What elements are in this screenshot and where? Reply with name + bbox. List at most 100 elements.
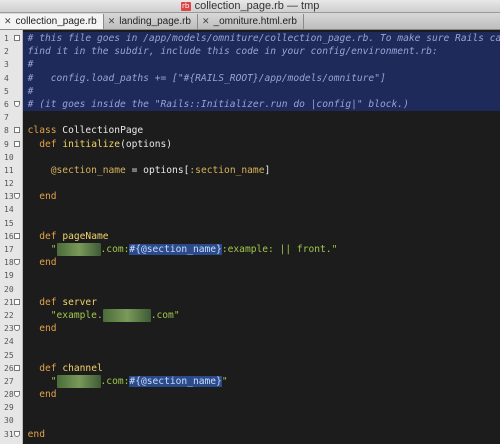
line-number: 26 [0, 362, 22, 375]
code-line: def channel [23, 362, 500, 375]
window-title: collection_page.rb — tmp [194, 0, 320, 12]
line-number: 31 [0, 428, 22, 441]
code-line: # (it goes inside the "Rails::Initialize… [22, 97, 500, 112]
code-text: # config.load_paths += ["#{RAILS_ROOT}/a… [27, 72, 386, 84]
code-line: def initialize(options) [23, 138, 500, 151]
line-number: 11 [4, 165, 14, 175]
keyword: end [39, 323, 57, 335]
fold-marker-icon[interactable] [13, 100, 20, 107]
line-number: 20 [4, 284, 14, 294]
keyword: end [39, 389, 57, 401]
string-interpolation: #{@section_name} [129, 375, 222, 387]
line-number: 27 [4, 376, 14, 386]
window-titlebar: rb collection_page.rb — tmp [0, 0, 500, 13]
code-line: end [23, 388, 500, 401]
close-icon[interactable]: ✕ [202, 16, 210, 27]
line-number: 16 [0, 230, 22, 243]
code-line: # this file goes in /app/models/omniture… [22, 32, 500, 46]
tab-bar: ✕ collection_page.rb ✕ landing_page.rb ✕… [0, 13, 500, 30]
keyword: end [39, 191, 57, 203]
keyword: class [27, 125, 57, 137]
fold-marker-icon[interactable] [13, 391, 20, 398]
line-number: 15 [4, 218, 14, 228]
fold-marker-icon[interactable] [13, 140, 20, 147]
code-text: = options[ [125, 164, 190, 176]
line-number: 9 [0, 138, 22, 151]
code-line: end [23, 256, 500, 269]
method-name: pageName [62, 230, 109, 242]
line-number: 17 [4, 245, 14, 254]
fold-marker-icon[interactable] [13, 127, 20, 134]
code-text: # (it goes inside the "Rails::Initialize… [27, 98, 409, 110]
line-number: 23 [0, 322, 22, 335]
code-line: def server [23, 296, 500, 309]
code-line: "example. .com" [23, 308, 500, 323]
code-text: find it in the subdir, include this code… [27, 46, 438, 58]
fold-marker-icon[interactable] [13, 35, 20, 41]
keyword: def [39, 296, 57, 308]
tab-landing-page[interactable]: ✕ landing_page.rb [104, 14, 198, 29]
code-line: # [22, 84, 500, 98]
line-number: 30 [4, 416, 14, 426]
code-line: # [22, 58, 500, 72]
line-number: 24 [4, 337, 14, 347]
instance-variable: @section_name [50, 164, 126, 176]
code-text: CollectionPage [56, 125, 144, 137]
tab-collection-page[interactable]: ✕ collection_page.rb [0, 14, 104, 29]
fold-marker-icon[interactable] [13, 298, 20, 305]
keyword: def [39, 362, 57, 374]
line-number: 5 [4, 86, 9, 96]
string-literal: " [50, 375, 57, 387]
line-number: 1 [0, 32, 22, 45]
line-number: 6 [0, 98, 22, 111]
code-line: class CollectionPage [23, 124, 500, 137]
method-name: initialize [62, 138, 121, 150]
code-line: @section_name = options[:section_name] [23, 164, 500, 177]
fold-marker-icon[interactable] [13, 259, 20, 266]
string-literal: :example: || front." [221, 244, 338, 255]
keyword: end [39, 257, 57, 269]
string-literal: .com: [100, 244, 130, 255]
code-text: # this file goes in /app/models/omniture… [27, 33, 500, 44]
code-text: ] [264, 164, 271, 176]
code-line: def pageName [23, 230, 500, 243]
code-line: # config.load_paths += ["#{RAILS_ROOT}/a… [22, 71, 500, 85]
tab-label: _omniture.html.erb [213, 16, 297, 27]
line-number-gutter: 1 2 3 4 5 6 7 8 9 10 11 12 13 14 15 16 17 18 19 20 21 22 23 24 2… [0, 30, 23, 444]
line-number: 7 [4, 113, 9, 123]
fold-marker-icon[interactable] [13, 325, 20, 332]
tab-omniture-erb[interactable]: ✕ _omniture.html.erb [198, 14, 304, 29]
fold-marker-icon[interactable] [13, 430, 20, 437]
fold-marker-icon[interactable] [13, 193, 20, 200]
redacted-text [56, 243, 101, 257]
close-icon[interactable]: ✕ [4, 16, 12, 27]
close-icon[interactable]: ✕ [108, 16, 116, 27]
line-number: 29 [4, 403, 14, 413]
code-text: # [27, 59, 34, 71]
keyword: end [27, 428, 45, 440]
code-area[interactable]: # this file goes in /app/models/omniture… [22, 30, 500, 444]
line-number: 28 [0, 388, 22, 401]
redacted-text [102, 308, 151, 323]
code-line: " .com:#{@section_name}:example: || fron… [23, 243, 500, 257]
line-number: 10 [4, 152, 14, 162]
line-number: 25 [4, 350, 14, 360]
string-literal: .com: [100, 375, 130, 387]
method-name: server [62, 296, 97, 308]
redacted-text [56, 374, 101, 389]
line-number: 12 [4, 179, 14, 189]
line-number: 21 [0, 296, 22, 309]
fold-marker-icon[interactable] [13, 364, 20, 371]
fold-marker-icon[interactable] [13, 232, 20, 239]
code-editor[interactable]: 1 2 3 4 5 6 7 8 9 10 11 12 13 14 15 16 17 18 19 20 21 22 23 24 2… [0, 30, 500, 444]
line-number: 4 [4, 73, 9, 83]
string-literal: .com" [150, 309, 180, 321]
